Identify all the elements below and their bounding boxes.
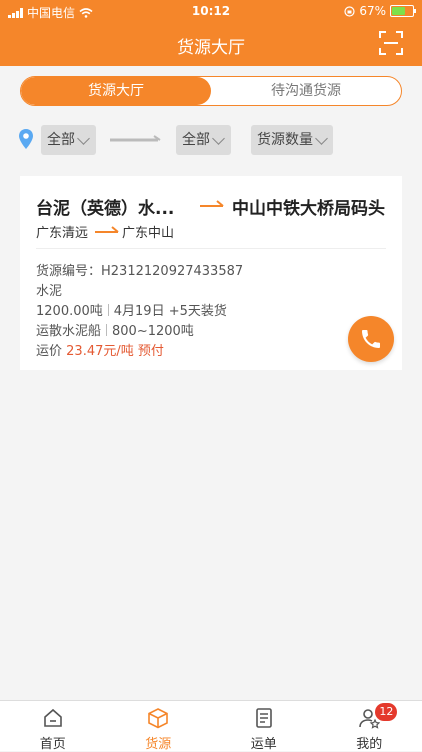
to-region: 广东中山 <box>122 222 174 241</box>
nav-bar: 货源大厅 <box>0 22 422 66</box>
tab-pending-cargo[interactable]: 待沟通货源 <box>211 77 401 105</box>
arrow-right-icon <box>110 134 162 146</box>
document-icon <box>253 707 275 729</box>
from-region-dropdown[interactable]: 全部 <box>41 125 96 155</box>
battery-icon <box>390 5 414 17</box>
tab-waybill[interactable]: 运单 <box>211 701 317 751</box>
tab-cargo[interactable]: 货源 <box>106 701 212 751</box>
location-pin-icon <box>18 128 34 150</box>
separator <box>106 324 107 336</box>
tab-home-label: 首页 <box>0 733 106 752</box>
rotation-lock-icon <box>344 6 355 17</box>
ship-range: 800~1200吨 <box>112 324 194 339</box>
cargo-id-label: 货源编号： <box>36 264 101 279</box>
quantity-value: 货源数量 <box>257 125 313 155</box>
cargo-id-row: 货源编号：H2312120927433587 <box>36 260 243 279</box>
phone-icon <box>359 327 383 351</box>
box-icon <box>147 707 169 729</box>
route-arrow-icon <box>200 200 224 208</box>
load-date: 4月19日 +5天装货 <box>114 304 227 319</box>
status-bar: 中国电信 10:12 67% <box>0 0 422 22</box>
from-region: 广东清远 <box>36 222 88 241</box>
segmented-tabs: 货源大厅 待沟通货源 <box>20 76 402 106</box>
from-region-value: 全部 <box>47 125 75 155</box>
cargo-id-value: H2312120927433587 <box>101 264 243 279</box>
freight-label: 运价 <box>36 344 62 359</box>
to-region-dropdown[interactable]: 全部 <box>176 125 231 155</box>
tab-cargo-label: 货源 <box>106 733 212 752</box>
tonnage-row: 1200.00吨 4月19日 +5天装货 <box>36 300 227 319</box>
tab-mine[interactable]: 12 我的 <box>317 701 422 751</box>
freight-value: 23.47元/吨 预付 <box>66 344 164 359</box>
call-button[interactable] <box>348 316 394 362</box>
chevron-down-icon <box>77 132 90 145</box>
notification-badge: 12 <box>375 703 397 721</box>
home-icon <box>42 707 64 729</box>
tab-waybill-label: 运单 <box>211 733 317 752</box>
tab-mine-label: 我的 <box>317 733 422 752</box>
quantity-dropdown[interactable]: 货源数量 <box>251 125 333 155</box>
to-region-value: 全部 <box>182 125 210 155</box>
freight-row: 运价 23.47元/吨 预付 <box>36 340 164 359</box>
chevron-down-icon <box>212 132 225 145</box>
cargo-card[interactable]: 台泥（英德）水... 中山中铁大桥局码头 广东清远 广东中山 货源编号：H231… <box>20 176 402 370</box>
ship-row: 运散水泥船 800~1200吨 <box>36 320 194 339</box>
tab-cargo-hall[interactable]: 货源大厅 <box>21 77 211 105</box>
page-title: 货源大厅 <box>0 33 422 58</box>
to-port: 中山中铁大桥局码头 <box>232 194 385 219</box>
region-arrow-icon <box>95 226 119 234</box>
goods-name: 水泥 <box>36 280 62 299</box>
battery-percent: 67% <box>359 4 386 18</box>
ship-type: 运散水泥船 <box>36 324 101 339</box>
tab-home[interactable]: 首页 <box>0 701 106 751</box>
chevron-down-icon <box>315 132 328 145</box>
bottom-tab-bar: 首页 货源 运单 12 我的 <box>0 700 422 751</box>
filter-bar: 全部 全部 货源数量 <box>18 124 408 156</box>
divider <box>36 248 386 249</box>
separator <box>108 304 109 316</box>
tonnage: 1200.00吨 <box>36 304 103 319</box>
scan-icon[interactable] <box>378 30 404 56</box>
from-port: 台泥（英德）水... <box>36 194 174 219</box>
status-right: 67% <box>344 4 414 18</box>
